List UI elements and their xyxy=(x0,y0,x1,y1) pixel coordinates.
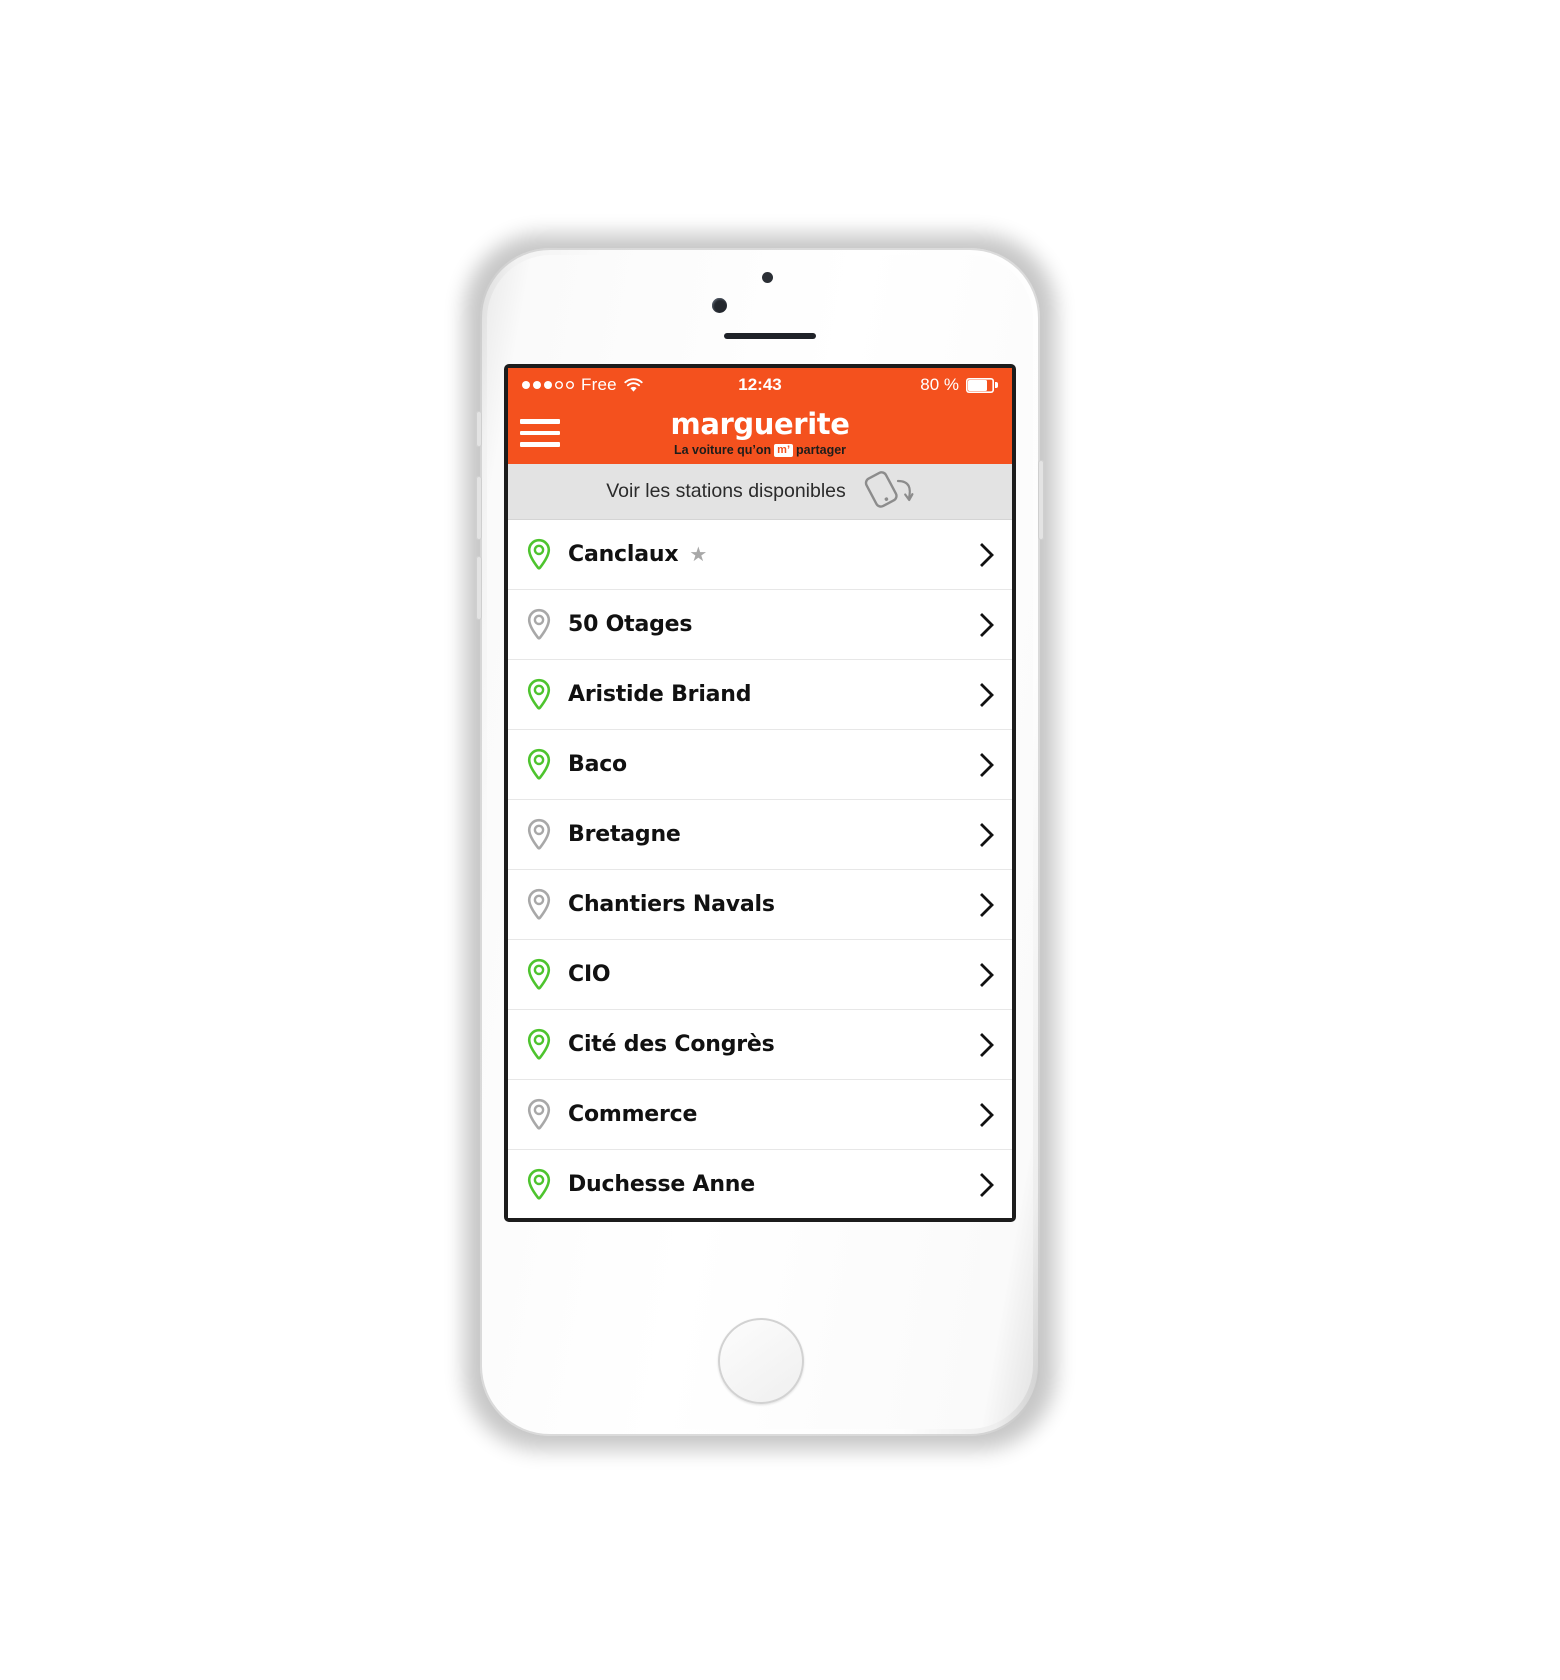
battery-icon xyxy=(966,378,998,393)
volume-down-button[interactable] xyxy=(476,556,482,620)
location-pin-available-icon xyxy=(526,678,564,712)
rotate-banner-label: Voir les stations disponibles xyxy=(606,480,846,502)
location-pin-available-icon xyxy=(526,538,564,572)
volume-up-button[interactable] xyxy=(476,476,482,540)
station-row[interactable]: Commerce xyxy=(508,1080,1012,1150)
rotate-device-icon xyxy=(860,469,914,514)
chevron-right-icon[interactable] xyxy=(978,1101,996,1129)
silent-switch[interactable] xyxy=(476,411,482,447)
signal-dot-empty xyxy=(555,381,563,389)
location-pin-unavailable-icon xyxy=(526,818,564,852)
station-row[interactable]: Cité des Congrès xyxy=(508,1010,1012,1080)
earpiece-speaker xyxy=(724,333,816,339)
signal-dot-filled xyxy=(522,381,530,389)
station-name: Baco xyxy=(568,752,627,777)
station-row[interactable]: Canclaux ★ xyxy=(508,520,1012,590)
station-row[interactable]: Baco xyxy=(508,730,1012,800)
brand-tagline-before: La voiture qu’on xyxy=(673,442,772,457)
battery-cap xyxy=(995,382,998,388)
status-bar-left: Free xyxy=(522,375,643,395)
chevron-right-icon[interactable] xyxy=(978,611,996,639)
location-pin-available-icon xyxy=(526,958,564,992)
station-row[interactable]: CIO xyxy=(508,940,1012,1010)
location-pin-unavailable-icon xyxy=(526,608,564,642)
location-pin-available-icon xyxy=(526,1028,564,1062)
brand-tagline-badge: m’ xyxy=(774,443,794,457)
chevron-right-icon[interactable] xyxy=(978,961,996,989)
hamburger-bar xyxy=(520,419,560,424)
hamburger-menu-icon[interactable] xyxy=(520,417,560,449)
station-name: Canclaux xyxy=(568,542,679,567)
brand-name: marguerite xyxy=(670,406,850,441)
signal-dot-filled xyxy=(533,381,541,389)
favorite-star-icon[interactable]: ★ xyxy=(689,545,707,565)
station-row[interactable]: 50 Otages xyxy=(508,590,1012,660)
signal-strength-icon xyxy=(522,381,574,389)
signal-dot-empty xyxy=(566,381,574,389)
station-name: 50 Otages xyxy=(568,612,693,637)
chevron-right-icon[interactable] xyxy=(978,751,996,779)
power-button[interactable] xyxy=(1038,460,1044,540)
chevron-right-icon[interactable] xyxy=(978,1171,996,1199)
app-header: marguerite La voiture qu’on m’ partager xyxy=(508,402,1012,464)
chevron-right-icon[interactable] xyxy=(978,891,996,919)
home-button[interactable] xyxy=(718,1318,804,1404)
station-name: Chantiers Navals xyxy=(568,892,775,917)
wifi-icon xyxy=(624,377,643,393)
rotate-device-banner[interactable]: Voir les stations disponibles xyxy=(508,464,1012,520)
station-row[interactable]: Bretagne xyxy=(508,800,1012,870)
device-body: Free 12:43 80 % marguerite La voiture qu… xyxy=(476,248,1044,1436)
chevron-right-icon[interactable] xyxy=(978,681,996,709)
station-row[interactable]: Aristide Briand xyxy=(508,660,1012,730)
screen-frame: Free 12:43 80 % marguerite La voiture qu… xyxy=(504,364,1016,1222)
station-name: Commerce xyxy=(568,1102,698,1127)
signal-dot-filled xyxy=(544,381,552,389)
station-name: CIO xyxy=(568,962,611,987)
location-pin-unavailable-icon xyxy=(526,1098,564,1132)
status-bar-right: 80 % xyxy=(920,375,998,395)
brand-tagline: La voiture qu’on m’ partager xyxy=(671,442,850,457)
station-list[interactable]: Canclaux ★ 50 Otages Aristide Briand Baco Bre… xyxy=(508,520,1012,1218)
hamburger-bar xyxy=(520,442,560,447)
hamburger-bar xyxy=(520,430,560,436)
station-name: Bretagne xyxy=(568,822,681,847)
station-name: Cité des Congrès xyxy=(568,1032,775,1057)
station-row[interactable]: Duchesse Anne xyxy=(508,1150,1012,1218)
chevron-right-icon[interactable] xyxy=(978,541,996,569)
station-name: Aristide Briand xyxy=(568,682,752,707)
station-row[interactable]: Chantiers Navals xyxy=(508,870,1012,940)
iphone-device: Free 12:43 80 % marguerite La voiture qu… xyxy=(464,234,1056,1450)
battery-fill xyxy=(968,379,988,391)
app-screen: Free 12:43 80 % marguerite La voiture qu… xyxy=(508,368,1012,1218)
brand-tagline-after: partager xyxy=(796,442,847,457)
location-pin-available-icon xyxy=(526,1168,564,1202)
front-camera-icon xyxy=(712,298,727,313)
location-pin-available-icon xyxy=(526,748,564,782)
proximity-sensor-icon xyxy=(762,272,773,283)
location-pin-unavailable-icon xyxy=(526,888,564,922)
station-name: Duchesse Anne xyxy=(568,1172,755,1197)
chevron-right-icon[interactable] xyxy=(978,1031,996,1059)
brand-logo: marguerite La voiture qu’on m’ partager xyxy=(670,406,850,457)
battery-percent-label: 80 % xyxy=(920,375,959,394)
status-bar: Free 12:43 80 % xyxy=(508,368,1012,402)
chevron-right-icon[interactable] xyxy=(978,821,996,849)
carrier-label: Free xyxy=(581,375,617,394)
